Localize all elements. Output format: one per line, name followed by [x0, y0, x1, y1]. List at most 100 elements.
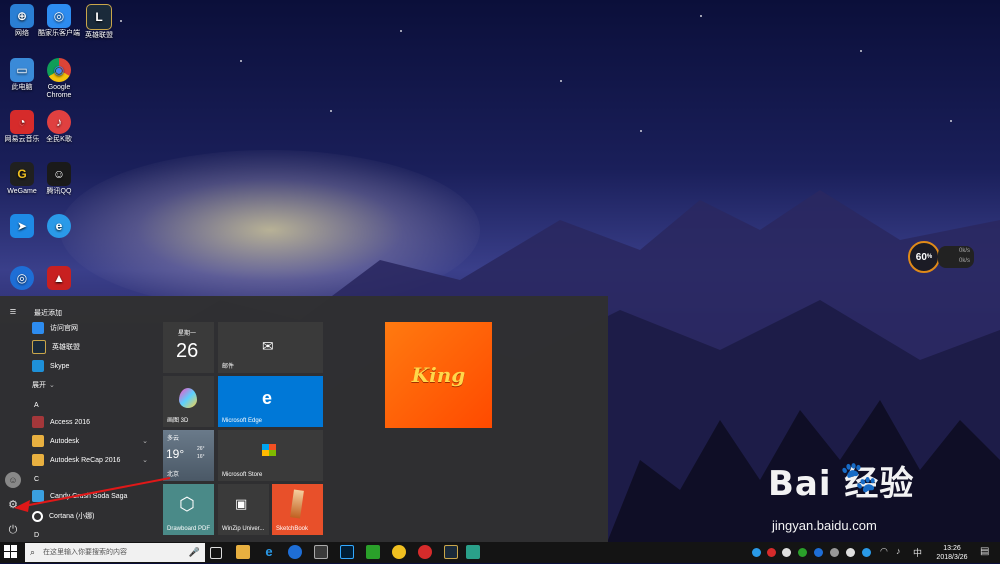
tile-edge[interactable]: e Microsoft Edge — [218, 376, 323, 427]
tray-icon[interactable] — [798, 548, 807, 557]
task-view-icon[interactable] — [210, 547, 222, 559]
netease-music-icon: ◔ — [10, 110, 34, 134]
chrome-icon: ◉ — [47, 58, 71, 82]
desktop-icon-label: 英雄联盟 — [85, 32, 113, 39]
king-logo: King — [411, 363, 466, 387]
list-item-visit-site[interactable]: 访问官网 — [32, 320, 78, 336]
pencil-icon — [290, 489, 304, 519]
hexagon-icon: ⬡ — [179, 494, 195, 514]
calendar-date: 26 — [176, 340, 199, 362]
store-icon — [262, 444, 276, 456]
lol-icon: L — [86, 4, 112, 30]
list-item-label: Autodesk ReCap 2016 — [50, 456, 121, 464]
weather-high: 26° — [197, 446, 205, 452]
tile-label: Microsoft Store — [222, 472, 263, 478]
desktop-icon-6[interactable]: e — [37, 214, 81, 240]
file-explorer-icon[interactable] — [236, 545, 250, 559]
language-icon[interactable]: 中 — [913, 546, 922, 559]
network-speed-widget[interactable]: 60% 0k/s 0k/s — [908, 241, 974, 273]
list-item-skype[interactable]: Skype — [32, 358, 69, 374]
tile-label: 邮件 — [222, 364, 235, 370]
recent-header: 最近添加 — [34, 310, 62, 317]
photoshop-icon[interactable] — [340, 545, 354, 559]
store-taskbar-icon[interactable] — [314, 545, 328, 559]
desktop-icon-qq[interactable]: ☺ 腾讯QQ — [37, 162, 81, 196]
computer-icon: ▭ — [10, 58, 34, 82]
tray-icon[interactable] — [782, 548, 791, 557]
search-input[interactable]: ⌕ 在这里输入你要搜索的内容 🎤 — [25, 543, 205, 562]
volume-icon[interactable]: ♪ — [896, 546, 901, 556]
tile-store[interactable]: Microsoft Store — [218, 430, 323, 481]
kujiale-icon — [32, 322, 44, 334]
watermark-url: jingyan.baidu.com — [772, 518, 877, 533]
tray-icon[interactable] — [767, 548, 776, 557]
power-icon[interactable]: ⏻ — [5, 522, 21, 538]
tray-icon[interactable] — [846, 548, 855, 557]
desktop-icon-lol[interactable]: L 英雄联盟 — [77, 4, 121, 40]
annotation-arrow — [14, 477, 171, 512]
list-item-label: Autodesk — [50, 437, 80, 445]
kujiale-icon: ◎ — [47, 4, 71, 28]
hamburger-menu-icon[interactable]: ≡ — [5, 304, 21, 320]
app-green-icon[interactable] — [366, 545, 380, 559]
desktop-icon-label: 腾讯QQ — [46, 188, 72, 195]
expand-label: 展开 — [32, 382, 46, 389]
tile-label: SketchBook — [276, 526, 309, 532]
desktop-icon-label: 全民K歌 — [46, 136, 72, 143]
taskbar: ⌕ 在这里输入你要搜索的内容 🎤 e ◠ ♪ 中 13:26 2018/3/26… — [0, 542, 1000, 563]
tile-label: WinZip Univer... — [222, 526, 265, 532]
weather-temp: 19° — [166, 447, 185, 461]
list-item-label: 访问官网 — [50, 325, 78, 332]
tray-icon[interactable] — [752, 548, 761, 557]
paw-icon: 🐾 — [840, 461, 878, 494]
weather-condition: 多云 — [167, 436, 180, 442]
tile-winzip[interactable]: ▣ WinZip Univer... — [218, 484, 269, 535]
action-center-icon[interactable]: ▤ — [980, 546, 989, 557]
chevron-down-icon: ⌄ — [142, 438, 148, 445]
expand-button[interactable]: 展开 ⌄ — [32, 377, 55, 393]
microphone-icon: 🎤 — [188, 547, 200, 557]
chevron-down-icon: ⌄ — [49, 382, 55, 389]
section-letter-a[interactable]: A — [34, 402, 39, 409]
search-icon: ⌕ — [30, 547, 36, 557]
clock[interactable]: 13:26 2018/3/26 — [932, 544, 972, 562]
tile-mail[interactable]: ✉ 邮件 — [218, 322, 323, 373]
lol-taskbar-icon[interactable] — [444, 545, 458, 559]
list-item-autodesk[interactable]: Autodesk ⌄ — [32, 433, 152, 449]
speed-percentage: 60% — [908, 241, 940, 273]
desktop-icon-kge[interactable]: ♪ 全民K歌 — [37, 110, 81, 144]
weather-low: 16° — [197, 454, 205, 460]
desktop-icon-chrome[interactable]: ◉ Google Chrome — [37, 58, 81, 100]
browser-taskbar-icon[interactable] — [288, 545, 302, 559]
tray-icon[interactable] — [862, 548, 871, 557]
clock-time: 13:26 — [943, 545, 961, 552]
lol-icon — [32, 340, 46, 354]
edge-taskbar-icon[interactable]: e — [262, 545, 276, 559]
wifi-icon[interactable]: ◠ — [880, 546, 888, 557]
search-placeholder: 在这里输入你要搜索的内容 — [43, 549, 127, 556]
tray-icon[interactable] — [830, 548, 839, 557]
section-letter-d[interactable]: D — [34, 532, 39, 539]
app-yellow-icon[interactable] — [392, 545, 406, 559]
tray-icon[interactable] — [814, 548, 823, 557]
desktop-icon-kujiale[interactable]: ◎ 酷家乐客户端 — [37, 4, 81, 38]
list-item-label: 英雄联盟 — [52, 344, 80, 351]
tile-sketchbook[interactable]: SketchBook — [272, 484, 323, 535]
list-item-lol[interactable]: 英雄联盟 — [32, 339, 80, 355]
qq-icon: ☺ — [47, 162, 71, 186]
tile-label: 画图 3D — [167, 418, 189, 424]
netease-taskbar-icon[interactable] — [418, 545, 432, 559]
app-teal-icon[interactable] — [466, 545, 480, 559]
tile-paint3d[interactable]: 画图 3D — [163, 376, 214, 427]
start-button[interactable] — [4, 545, 20, 561]
wegame-icon: G — [10, 162, 34, 186]
desktop-icon-label: Google Chrome — [46, 84, 72, 99]
skype-icon — [32, 360, 44, 372]
tile-calendar[interactable]: 星期一 26 — [163, 322, 214, 373]
windows-icon — [4, 545, 17, 558]
desktop-icon-8[interactable]: ▲ — [37, 266, 81, 292]
list-item-autodesk-recap[interactable]: Autodesk ReCap 2016 ⌄ — [32, 452, 152, 468]
tile-king[interactable]: King — [385, 322, 492, 428]
folder-icon — [32, 454, 44, 466]
list-item-access[interactable]: Access 2016 — [32, 414, 152, 430]
